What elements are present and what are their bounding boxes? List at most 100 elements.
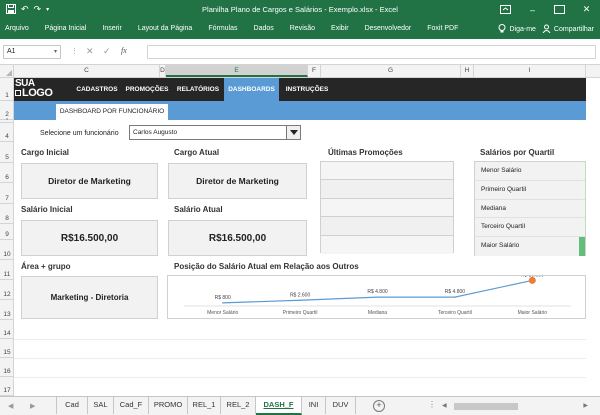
tab-dashboard-por-funcionario[interactable]: DASHBOARD POR FUNCIONÁRIO: [56, 104, 168, 120]
row-header-14[interactable]: 14: [0, 320, 14, 339]
sheet-tab-promo[interactable]: PROMO: [149, 397, 188, 414]
x-tick-label: Menor Salário: [207, 310, 238, 316]
ribbon-display-icon[interactable]: [492, 0, 519, 19]
name-box-value: A1: [7, 48, 16, 55]
chart-label: Posição do Salário Atual em Relação aos …: [174, 262, 359, 271]
add-sheet-icon[interactable]: +: [373, 400, 385, 412]
chevron-left-icon[interactable]: ◀: [8, 402, 13, 410]
insert-function-icon[interactable]: fx: [121, 46, 127, 55]
row-header-8[interactable]: 8: [0, 204, 14, 224]
sheet-tab-label: SAL: [93, 400, 108, 409]
column-header-i[interactable]: I: [474, 65, 586, 77]
save-icon[interactable]: [6, 3, 16, 16]
nav-promocoes[interactable]: PROMOÇÕES: [122, 78, 172, 101]
maximize-icon[interactable]: [546, 0, 573, 19]
row-header-17[interactable]: 17: [0, 377, 14, 396]
scroll-right-icon[interactable]: ▶: [583, 402, 588, 409]
sheet-tab-rel-2[interactable]: REL_2: [221, 397, 256, 414]
sheet-tab-label: DASH_F: [263, 400, 294, 409]
column-header-c[interactable]: C: [14, 65, 160, 77]
close-icon[interactable]: ✕: [573, 0, 600, 19]
dashboard-sub-bar: DASHBOARD POR FUNCIONÁRIO: [14, 101, 586, 120]
salario-inicial-label: Salário Inicial: [21, 205, 73, 214]
row-header-5[interactable]: 5: [0, 142, 14, 163]
quartil-label: Maior Salário: [481, 242, 520, 250]
formula-input[interactable]: [147, 45, 596, 59]
scroll-left-icon[interactable]: ◀: [442, 402, 447, 409]
nav-cadastros[interactable]: CADASTROS: [72, 78, 122, 101]
row-header-9[interactable]: 9: [0, 224, 14, 240]
redo-icon[interactable]: ↷: [34, 4, 42, 15]
sheet-tab-dash-f[interactable]: DASH_F: [256, 397, 302, 415]
row-header-16[interactable]: 16: [0, 358, 14, 377]
x-tick-label: Primeiro Quartil: [283, 310, 318, 316]
gridline: [14, 339, 586, 340]
tab-pagina-inicial[interactable]: Página Inicial: [37, 19, 95, 39]
row-header-10[interactable]: 10: [0, 240, 14, 260]
employee-select-label: Selecione um funcionário: [40, 130, 119, 137]
tab-exibir[interactable]: Exibir: [323, 19, 357, 39]
row-header-4[interactable]: 4: [0, 123, 14, 142]
cargo-inicial-card: Diretor de Marketing: [21, 163, 158, 199]
tab-foxit-pdf[interactable]: Foxit PDF: [419, 19, 466, 39]
sheet-tab-duv[interactable]: DUV: [326, 397, 356, 414]
tab-layout-da-pagina[interactable]: Layout da Página: [130, 19, 201, 39]
check-icon[interactable]: ✓: [103, 46, 111, 57]
horizontal-scroll-thumb[interactable]: [454, 403, 518, 410]
customize-icon[interactable]: ▾: [46, 6, 49, 13]
tab-splitter-icon[interactable]: ⋮: [428, 400, 436, 409]
undo-icon[interactable]: ↶: [21, 4, 29, 15]
sheet-tab-rel-1[interactable]: REL_1: [188, 397, 221, 414]
cancel-icon[interactable]: ✕: [86, 46, 94, 57]
sheet-tab-cad-f[interactable]: Cad_F: [114, 397, 149, 414]
data-label: R$ 4.800: [445, 289, 466, 295]
tab-dados[interactable]: Dados: [246, 19, 282, 39]
window-controls: – ✕: [492, 0, 600, 19]
chevron-down-icon[interactable]: ▾: [54, 46, 57, 58]
tab-formulas[interactable]: Fórmulas: [200, 19, 245, 39]
tab-revisao[interactable]: Revisão: [282, 19, 323, 39]
salario-inicial-card: R$16.500,00: [21, 220, 158, 256]
chevron-down-icon[interactable]: [286, 126, 300, 139]
row-header-7[interactable]: 7: [0, 183, 14, 204]
column-headers: C D E F G H I: [0, 65, 600, 78]
nav-relatorios[interactable]: RELATÓRIOS: [172, 78, 224, 101]
sheet-tab-label: REL_2: [226, 400, 250, 409]
tell-me-button[interactable]: Diga-me: [498, 23, 536, 35]
promocao-row: [321, 198, 453, 218]
worksheet[interactable]: SUA LOGO CADASTROS PROMOÇÕES RELATÓRIOS …: [14, 78, 600, 396]
employee-select[interactable]: Carlos Augusto: [129, 125, 301, 140]
column-header-e[interactable]: E: [166, 65, 308, 77]
column-header-g[interactable]: G: [321, 65, 461, 77]
row-header-11[interactable]: 11: [0, 260, 14, 280]
sheet-tab-cad[interactable]: Cad: [56, 397, 88, 414]
quartil-row: Menor Salário: [475, 162, 585, 181]
column-header-f[interactable]: F: [308, 65, 321, 77]
minimize-icon[interactable]: –: [519, 0, 546, 19]
gridline: [14, 358, 586, 359]
sheet-tab-label: REL_1: [192, 400, 216, 409]
x-tick-label: Maior Salário: [518, 310, 548, 316]
person-icon: [542, 24, 551, 35]
chevron-right-icon[interactable]: ▶: [30, 402, 35, 410]
quartil-indicator: [579, 218, 585, 237]
cargo-atual-label: Cargo Atual: [174, 148, 220, 157]
share-button[interactable]: Compartilhar: [542, 24, 594, 35]
nav-instrucoes[interactable]: INSTRUÇÕES: [279, 78, 335, 101]
row-header-6[interactable]: 6: [0, 163, 14, 183]
sheet-tab-sal[interactable]: SAL: [88, 397, 114, 414]
select-all-corner[interactable]: [0, 65, 14, 77]
horizontal-scrollbar[interactable]: ⋮ ◀ ▶: [428, 400, 590, 411]
row-header-13[interactable]: 13: [0, 300, 14, 320]
row-header-1[interactable]: 1: [0, 78, 14, 101]
tab-desenvolvedor[interactable]: Desenvolvedor: [357, 19, 420, 39]
row-header-12[interactable]: 12: [0, 280, 14, 300]
nav-dashboards[interactable]: DASHBOARDS: [224, 78, 279, 101]
tab-arquivo[interactable]: Arquivo: [0, 19, 37, 39]
row-header-15[interactable]: 15: [0, 339, 14, 358]
name-box[interactable]: A1 ▾: [3, 45, 61, 59]
tab-inserir[interactable]: Inserir: [94, 19, 129, 39]
column-header-h[interactable]: H: [461, 65, 474, 77]
salary-position-chart[interactable]: R$ 800 Menor Salário R$ 2.600 Primeiro Quar…: [167, 275, 586, 319]
sheet-tab-ini[interactable]: INI: [302, 397, 326, 414]
